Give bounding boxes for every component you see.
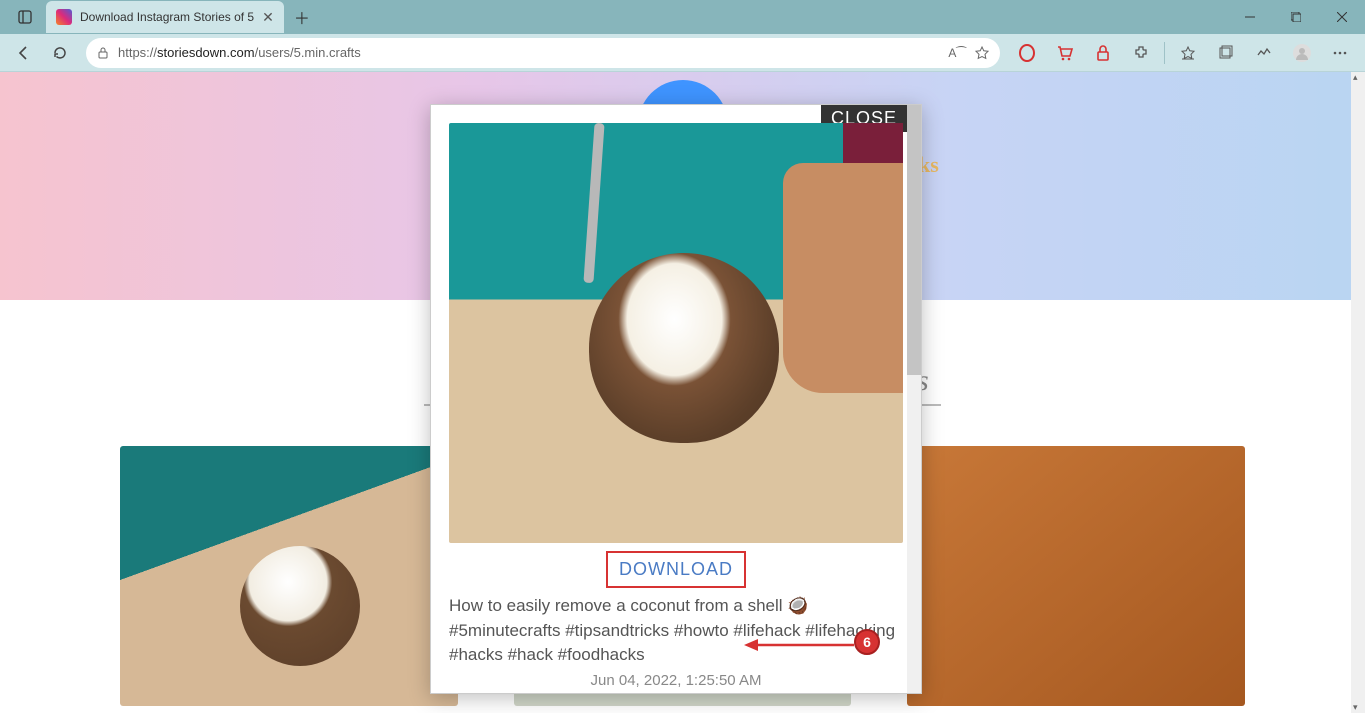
refresh-button[interactable] [44,37,76,69]
lock-icon [96,46,110,60]
post-thumbnail[interactable] [907,446,1245,706]
window-controls [1227,0,1365,34]
close-window-button[interactable] [1319,0,1365,34]
browser-tab[interactable]: Download Instagram Stories of 5 ✕ [46,1,284,33]
post-image [449,123,903,543]
menu-icon[interactable] [1323,37,1357,69]
tab-actions-button[interactable] [8,2,42,32]
minimize-button[interactable] [1227,0,1273,34]
post-thumbnail[interactable] [120,446,458,706]
modal-scrollbar[interactable] [907,105,921,693]
tab-title: Download Instagram Stories of 5 [80,10,254,24]
profile-icon[interactable] [1285,37,1319,69]
back-button[interactable] [8,37,40,69]
browser-toolbar: https://storiesdown.com/users/5.min.craf… [0,34,1365,72]
ext-opera-icon[interactable] [1010,37,1044,69]
reader-mode-icon[interactable]: A⁀ [948,46,966,60]
url-text: https://storiesdown.com/users/5.min.craf… [118,45,940,60]
extensions-icon[interactable] [1124,37,1158,69]
window-titlebar: Download Instagram Stories of 5 ✕ ＋ [0,0,1365,34]
ext-shopping-icon[interactable] [1048,37,1082,69]
close-tab-icon[interactable]: ✕ [262,9,274,26]
post-modal: CLOSE DOWNLOAD How to easily remove a co… [430,104,922,694]
post-timestamp: Jun 04, 2022, 1:25:50 AM [449,672,903,689]
instagram-icon [56,9,72,25]
page-content: ks Stories Posts CLOSE DOWNLOAD How to e… [0,72,1365,713]
new-tab-button[interactable]: ＋ [288,3,316,31]
favorite-icon[interactable] [974,45,990,61]
maximize-button[interactable] [1273,0,1319,34]
download-button[interactable]: DOWNLOAD [610,555,742,584]
performance-icon[interactable] [1247,37,1281,69]
page-scrollbar[interactable] [1351,72,1365,713]
collections-icon[interactable] [1209,37,1243,69]
ext-lock-icon[interactable] [1086,37,1120,69]
address-bar[interactable]: https://storiesdown.com/users/5.min.craf… [86,38,1000,68]
favorites-icon[interactable] [1171,37,1205,69]
annotation-step-badge: 6 [854,629,880,655]
post-caption: How to easily remove a coconut from a sh… [449,594,903,668]
